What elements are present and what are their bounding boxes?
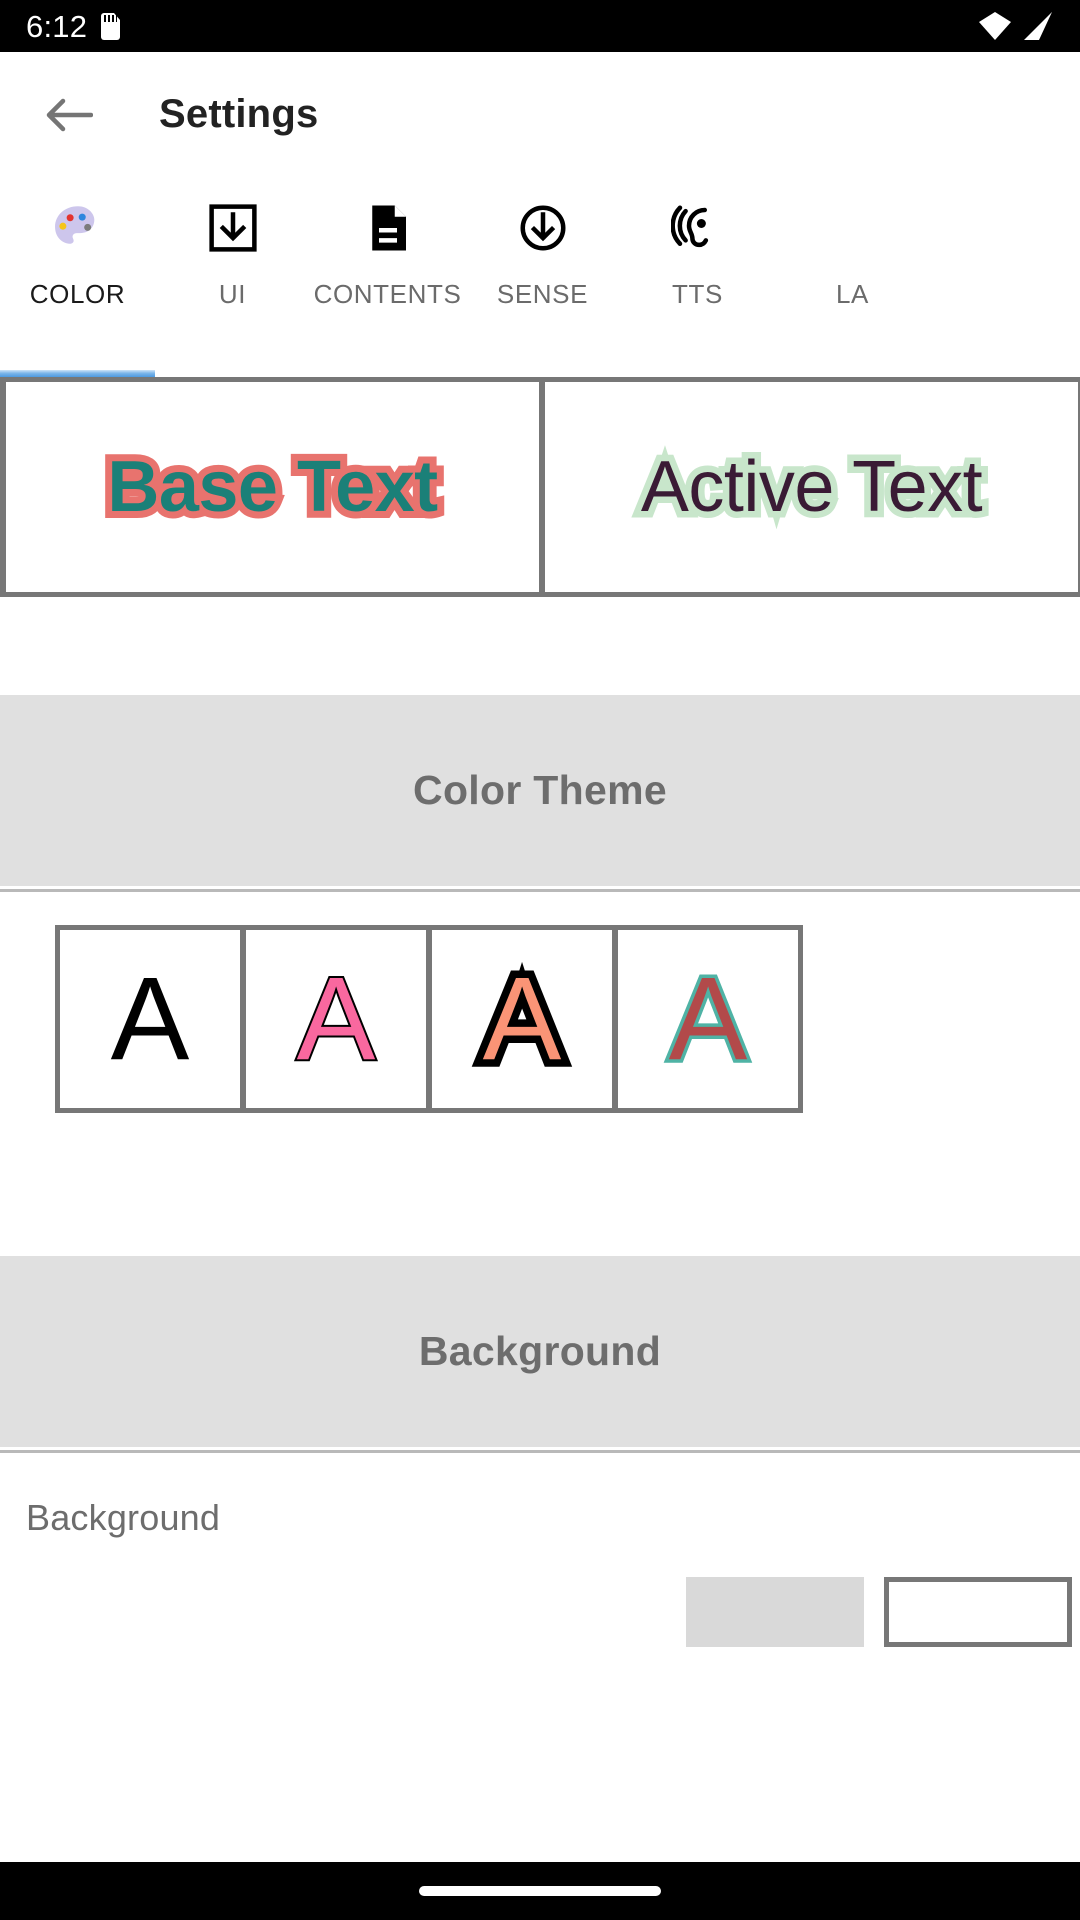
sd-card-icon bbox=[101, 12, 121, 40]
background-swatch-row bbox=[26, 1577, 1080, 1647]
tab-label-sense: SENSE bbox=[496, 279, 589, 309]
theme-swatch-glyph: A bbox=[110, 953, 190, 1085]
status-clock: 6:12 bbox=[26, 8, 88, 44]
tab-label-color: COLOR bbox=[29, 279, 126, 309]
tab-label-tts: TTS bbox=[672, 279, 723, 309]
section-title-background: Background bbox=[418, 1328, 662, 1374]
theme-swatch-2[interactable]: A bbox=[246, 930, 426, 1108]
section-title-color-theme: Color Theme bbox=[413, 767, 667, 813]
theme-swatch-glyph: A bbox=[295, 953, 378, 1085]
theme-swatch-3[interactable]: A bbox=[432, 930, 612, 1108]
theme-swatch-glyph: A bbox=[665, 953, 751, 1085]
cellular-signal-icon bbox=[1024, 12, 1052, 40]
tab-language[interactable]: LA bbox=[775, 177, 930, 337]
tab-label-language: LA bbox=[835, 279, 869, 309]
active-text-sample: Active Text bbox=[634, 441, 989, 534]
tab-sense[interactable]: SENSE bbox=[465, 177, 620, 337]
background-swatch-gray[interactable] bbox=[686, 1577, 864, 1647]
base-text-preview[interactable]: Base Text bbox=[6, 382, 539, 592]
download-box-icon bbox=[206, 197, 260, 259]
tab-label-contents: CONTENTS bbox=[313, 279, 462, 309]
document-icon bbox=[361, 197, 415, 259]
text-preview-row: Base Text Active Text bbox=[0, 377, 1080, 597]
tab-active-indicator bbox=[0, 370, 155, 377]
wifi-icon bbox=[979, 12, 1011, 40]
color-theme-swatches-wrap: A A A A bbox=[0, 892, 1080, 1113]
page-title: Settings bbox=[159, 92, 319, 136]
section-header-background: Background bbox=[0, 1256, 1080, 1450]
color-theme-swatch-row[interactable]: A A A A bbox=[55, 925, 803, 1113]
background-list-item[interactable]: Background bbox=[0, 1453, 1080, 1647]
status-bar-right bbox=[978, 11, 1054, 41]
status-bar: 6:12 bbox=[0, 0, 1080, 52]
back-button[interactable] bbox=[36, 82, 102, 148]
spacer-above-background bbox=[0, 1113, 1080, 1256]
home-gesture-pill[interactable] bbox=[419, 1886, 661, 1896]
hearing-ear-icon bbox=[670, 197, 725, 259]
palette-icon bbox=[49, 197, 107, 259]
back-arrow-icon bbox=[46, 98, 93, 131]
app-bar: Settings bbox=[0, 52, 1080, 177]
tab-ui[interactable]: UI bbox=[155, 177, 310, 337]
tab-label-ui: UI bbox=[218, 279, 247, 309]
base-text-sample: Base Text bbox=[100, 440, 445, 534]
background-swatch-outline[interactable] bbox=[884, 1577, 1072, 1647]
tab-contents[interactable]: CONTENTS bbox=[310, 177, 465, 337]
spacer-above-color-theme bbox=[0, 597, 1080, 695]
status-bar-left: 6:12 bbox=[26, 8, 121, 44]
theme-swatch-glyph: A bbox=[475, 953, 569, 1086]
theme-swatch-4[interactable]: A bbox=[618, 930, 798, 1108]
tab-strip[interactable]: COLOR UI CONTENTS SENSE TTS LA bbox=[0, 177, 1080, 377]
system-navigation-bar bbox=[0, 1862, 1080, 1920]
section-header-color-theme: Color Theme bbox=[0, 695, 1080, 889]
phone-screen: 6:12 Settings COLOR UI CONTENTS SENSE TT… bbox=[0, 0, 1080, 1920]
theme-swatch-1[interactable]: A bbox=[60, 930, 240, 1108]
active-text-preview[interactable]: Active Text bbox=[545, 382, 1078, 592]
tab-tts[interactable]: TTS bbox=[620, 177, 775, 337]
background-row-label: Background bbox=[26, 1497, 221, 1538]
download-circle-icon bbox=[516, 197, 570, 259]
tab-color[interactable]: COLOR bbox=[0, 177, 155, 337]
